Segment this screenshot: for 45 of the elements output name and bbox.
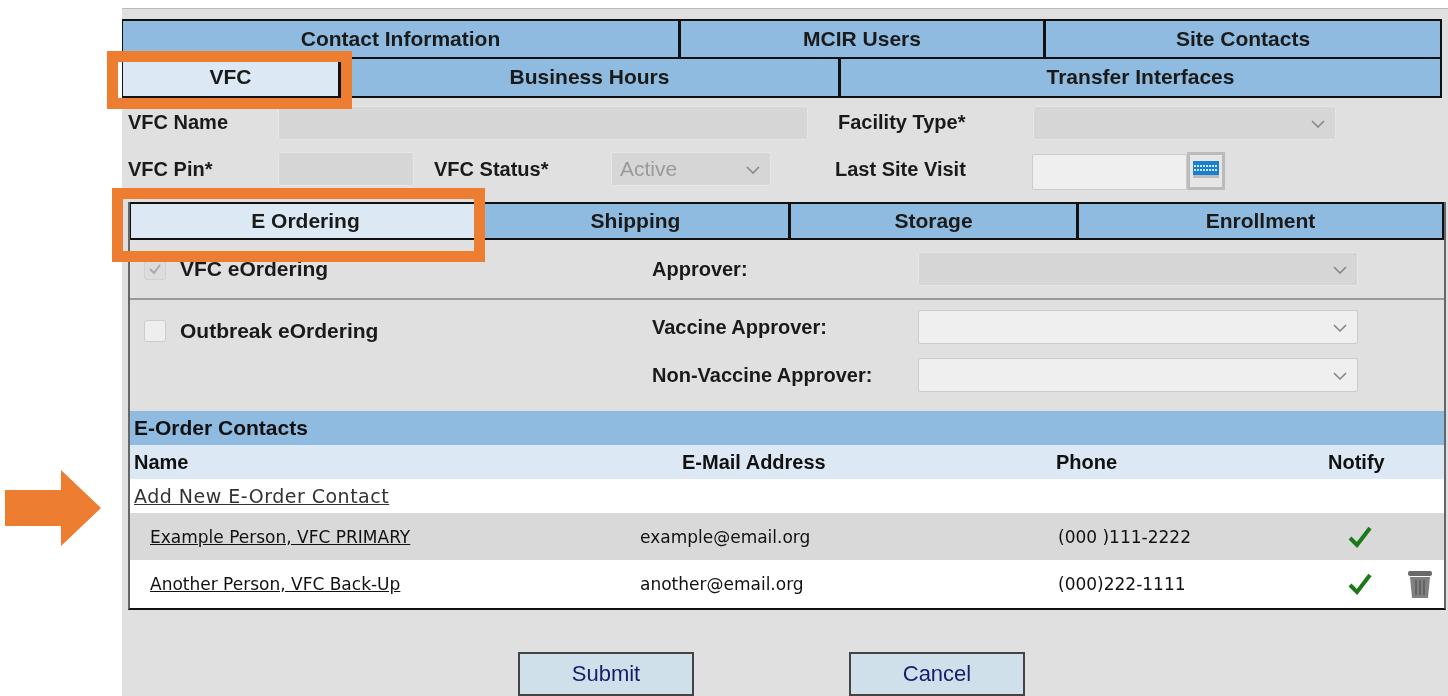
calendar-button[interactable]: [1187, 152, 1225, 191]
section-header: E-Order Contacts: [130, 411, 1444, 445]
tab[interactable]: Business Hours: [340, 58, 840, 99]
column-header: Name: [133, 450, 190, 474]
chevron-down-icon: [1333, 324, 1347, 332]
tab[interactable]: MCIR Users: [680, 19, 1045, 59]
form-button[interactable]: Submit: [518, 652, 694, 696]
tab[interactable]: Transfer Interfaces: [840, 58, 1442, 99]
contact-name-link[interactable]: Another Person, VFC Back-Up: [150, 574, 401, 594]
chevron-down-icon: [1333, 372, 1347, 380]
tab[interactable]: Storage: [790, 202, 1078, 240]
contact-name-link[interactable]: Example Person, VFC PRIMARY: [150, 526, 411, 547]
field-label: VFC Name: [128, 111, 230, 135]
field-label: Approver:: [652, 257, 749, 281]
field-label: VFC Status*: [434, 157, 550, 181]
approver-dropdown[interactable]: [918, 310, 1358, 344]
chevron-down-icon: [746, 166, 760, 175]
field-label: Non-Vaccine Approver:: [652, 363, 874, 387]
tab[interactable]: Enrollment: [1078, 202, 1444, 240]
form-button[interactable]: Cancel: [849, 652, 1025, 696]
field-label: Facility Type*: [838, 111, 967, 135]
pointing-arrow-icon: [5, 470, 101, 546]
tab[interactable]: Shipping: [482, 202, 790, 240]
column-header: E-Mail Address: [682, 450, 827, 474]
checkbox-label: VFC eOrdering: [180, 257, 329, 281]
field-label: Vaccine Approver:: [652, 315, 828, 339]
chevron-down-icon: [1333, 266, 1347, 274]
field-label: VFC Pin*: [128, 157, 214, 181]
field-label: Last Site Visit: [835, 157, 967, 181]
tab[interactable]: Contact Information: [122, 19, 680, 59]
date-field[interactable]: [1032, 154, 1187, 191]
trash-icon[interactable]: [1406, 569, 1434, 599]
chevron-down-icon: [1311, 119, 1325, 128]
table-cell-text: (000)222-1111: [1057, 574, 1187, 594]
table-cell-text: example@email.org: [640, 526, 812, 547]
approver-dropdown[interactable]: [918, 358, 1358, 392]
column-header: Phone: [1056, 450, 1119, 474]
checkbox-label: Outbreak eOrdering: [180, 319, 379, 343]
table-cell-text: another@email.org: [640, 574, 805, 594]
checkbox[interactable]: [144, 320, 166, 342]
table-cell-text: (000 )111-2222: [1057, 526, 1192, 547]
checkmark-icon: [148, 262, 162, 276]
column-header: Notify: [1328, 450, 1386, 474]
tab[interactable]: Site Contacts: [1045, 19, 1442, 59]
add-contact-link[interactable]: Add New E-Order Contact: [134, 485, 390, 507]
